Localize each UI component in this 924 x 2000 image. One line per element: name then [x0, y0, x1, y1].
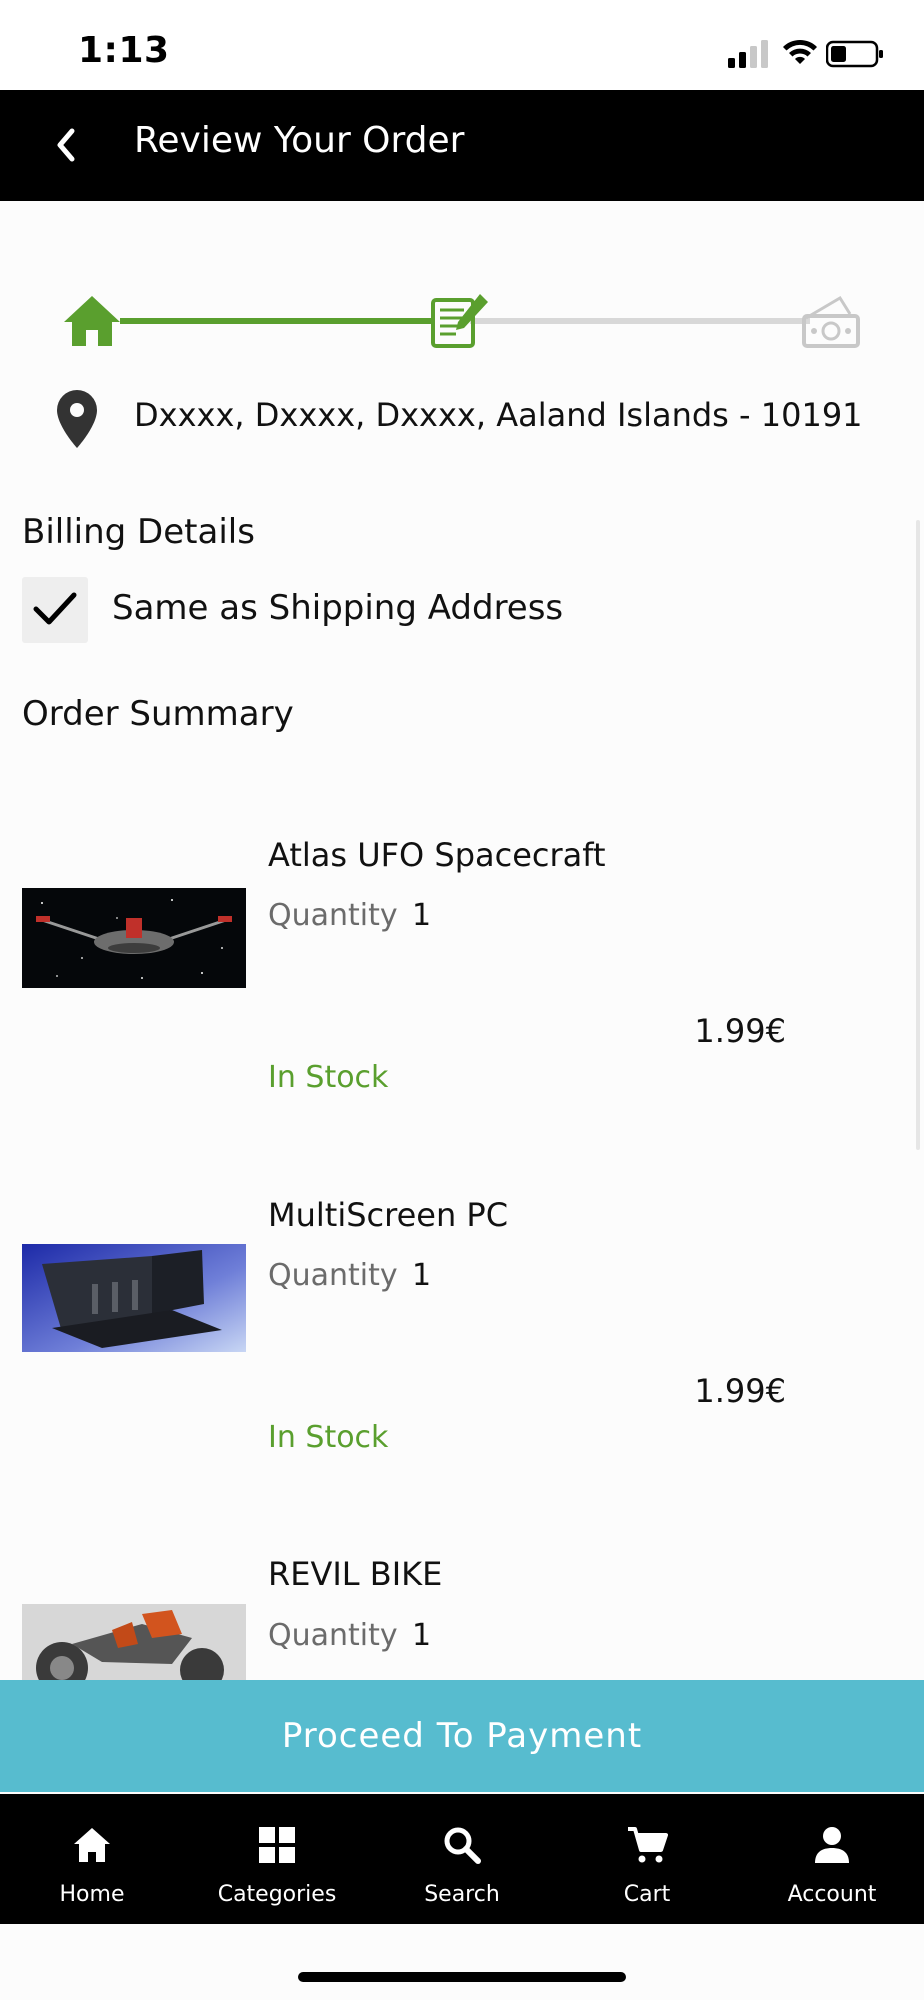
tab-account[interactable]: Account: [740, 1794, 924, 1924]
item-name: MultiScreen PC: [268, 1196, 509, 1234]
billing-details-title: Billing Details: [22, 512, 255, 552]
tab-label: Home: [59, 1882, 125, 1907]
tab-categories[interactable]: Categories: [185, 1794, 369, 1924]
item-price: 1.99€: [694, 1372, 786, 1410]
tab-label: Search: [424, 1882, 500, 1907]
product-image-multiscreen-pc[interactable]: [22, 1244, 246, 1352]
cart-icon: [628, 1827, 668, 1863]
item-name: Atlas UFO Spacecraft: [268, 836, 606, 874]
stock-status: In Stock: [268, 1420, 389, 1455]
progress-home-icon: [64, 296, 120, 346]
search-icon: [444, 1827, 481, 1864]
item-price: 1.99€: [694, 1012, 786, 1050]
stock-status: In Stock: [268, 1060, 389, 1095]
grid-icon: [259, 1827, 295, 1863]
shipping-address: Dxxxx, Dxxxx, Dxxxx, Aaland Islands - 10…: [134, 396, 863, 434]
person-icon: [815, 1827, 849, 1863]
product-image-revil-bike[interactable]: [22, 1604, 246, 1680]
quantity-label: Quantity: [268, 898, 398, 933]
progress-review-icon: [431, 294, 488, 348]
tab-search[interactable]: Search: [370, 1794, 554, 1924]
same-as-shipping-checkbox[interactable]: [22, 577, 88, 643]
progress-payment-icon: [802, 295, 860, 348]
tab-home[interactable]: Home: [0, 1794, 184, 1924]
page-title: Review Your Order: [134, 120, 465, 161]
home-indicator[interactable]: [298, 1972, 626, 1982]
checkmark-icon: [33, 592, 77, 625]
quantity-value: 1: [412, 898, 432, 933]
status-time: 1:13: [78, 30, 170, 71]
tab-label: Account: [787, 1882, 877, 1907]
back-arrow-icon[interactable]: [50, 125, 84, 165]
progress-line-complete: [120, 318, 432, 324]
quantity-label: Quantity: [268, 1618, 398, 1653]
battery-icon: [826, 40, 883, 68]
quantity-value: 1: [412, 1618, 432, 1653]
product-image-atlas-ufo[interactable]: [22, 888, 246, 988]
order-summary-title: Order Summary: [22, 694, 294, 734]
location-pin-icon: [57, 390, 97, 448]
tab-label: Cart: [623, 1882, 671, 1907]
quantity-label: Quantity: [268, 1258, 398, 1293]
scrollbar[interactable]: [916, 520, 920, 1150]
cellular-signal-icon: [728, 40, 768, 68]
progress-line-pending: [470, 318, 810, 324]
tab-cart[interactable]: Cart: [555, 1794, 739, 1924]
wifi-icon: [783, 39, 817, 64]
tab-label: Categories: [217, 1882, 337, 1907]
item-name: REVIL BIKE: [268, 1555, 443, 1593]
proceed-to-payment-button[interactable]: Proceed To Payment: [0, 1680, 924, 1792]
quantity-value: 1: [412, 1258, 432, 1293]
same-as-shipping-label[interactable]: Same as Shipping Address: [112, 588, 563, 628]
home-icon: [74, 1828, 110, 1862]
